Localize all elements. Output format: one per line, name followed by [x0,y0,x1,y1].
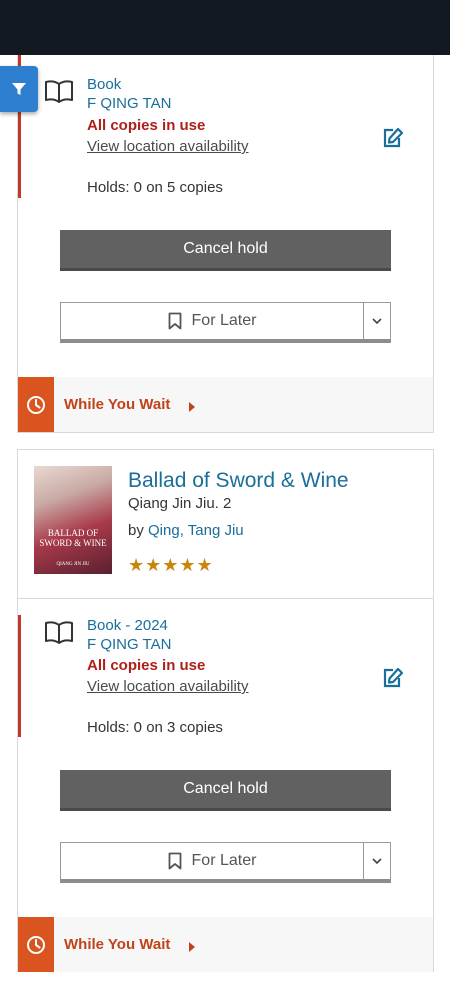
cancel-hold-button[interactable]: Cancel hold [60,230,391,271]
hold-card: Book F QING TAN All copies in use View l… [17,55,434,433]
clock-icon-box [18,917,54,972]
item-format[interactable]: Book [87,75,121,94]
availability-status: All copies in use [87,657,206,674]
hold-card: BALLAD OF SWORD & WINE QIANG JIN JIU Bal… [17,449,434,972]
arrow-right-icon [189,942,195,952]
clock-icon [27,935,45,954]
star-rating: ★★★★★ [128,555,214,575]
arrow-right-icon [189,402,195,412]
book-title[interactable]: Ballad of Sword & Wine [128,468,349,494]
status-indicator-bar [18,615,21,737]
filter-icon [12,83,26,95]
view-location-link[interactable]: View location availability [87,137,248,156]
top-app-bar [0,0,450,55]
view-location-link[interactable]: View location availability [87,677,248,696]
book-cover[interactable]: BALLAD OF SWORD & WINE QIANG JIN JIU [34,466,112,574]
for-later-label: For Later [191,312,257,329]
item-availability: Book - 2024 F QING TAN All copies in use… [18,599,433,749]
for-later-dropdown-toggle[interactable] [364,303,390,339]
item-format[interactable]: Book - 2024 [87,616,168,635]
item-availability: Book F QING TAN All copies in use View l… [18,55,433,205]
for-later-button[interactable]: For Later [61,843,363,879]
while-you-wait-label: While You Wait [64,396,171,413]
call-number[interactable]: F QING TAN [87,94,171,113]
while-you-wait-bar[interactable]: While You Wait [18,377,433,432]
while-you-wait-bar[interactable]: While You Wait [18,917,433,972]
byline: by Qing, Tang Jiu [128,521,244,541]
edit-icon[interactable] [382,127,404,149]
for-later-label: For Later [191,852,257,869]
cancel-hold-button[interactable]: Cancel hold [60,770,391,811]
bookmark-icon [168,852,181,870]
call-number[interactable]: F QING TAN [87,635,171,654]
series-info: Qiang Jin Jiu. 2 [128,495,232,512]
author-link[interactable]: Qing, Tang Jiu [148,522,244,539]
cover-author: QIANG JIN JIU [56,562,90,567]
by-prefix: by [128,522,149,539]
filter-button[interactable] [0,66,38,112]
clock-icon [27,395,45,414]
book-icon [45,621,73,644]
availability-status: All copies in use [87,117,206,134]
while-you-wait-label: While You Wait [64,936,171,953]
chevron-down-icon [372,318,382,324]
cover-title: BALLAD OF SWORD & WINE [39,528,107,548]
edit-icon[interactable] [382,667,404,689]
for-later-dropdown-toggle[interactable] [364,843,390,879]
clock-icon-box [18,377,54,432]
for-later-control: For Later [60,842,391,883]
chevron-down-icon [372,858,382,864]
book-icon [45,80,73,103]
holds-count: Holds: 0 on 5 copies [87,179,223,196]
for-later-button[interactable]: For Later [61,303,363,339]
holds-count: Holds: 0 on 3 copies [87,719,223,736]
for-later-control: For Later [60,302,391,343]
bookmark-icon [168,312,181,330]
